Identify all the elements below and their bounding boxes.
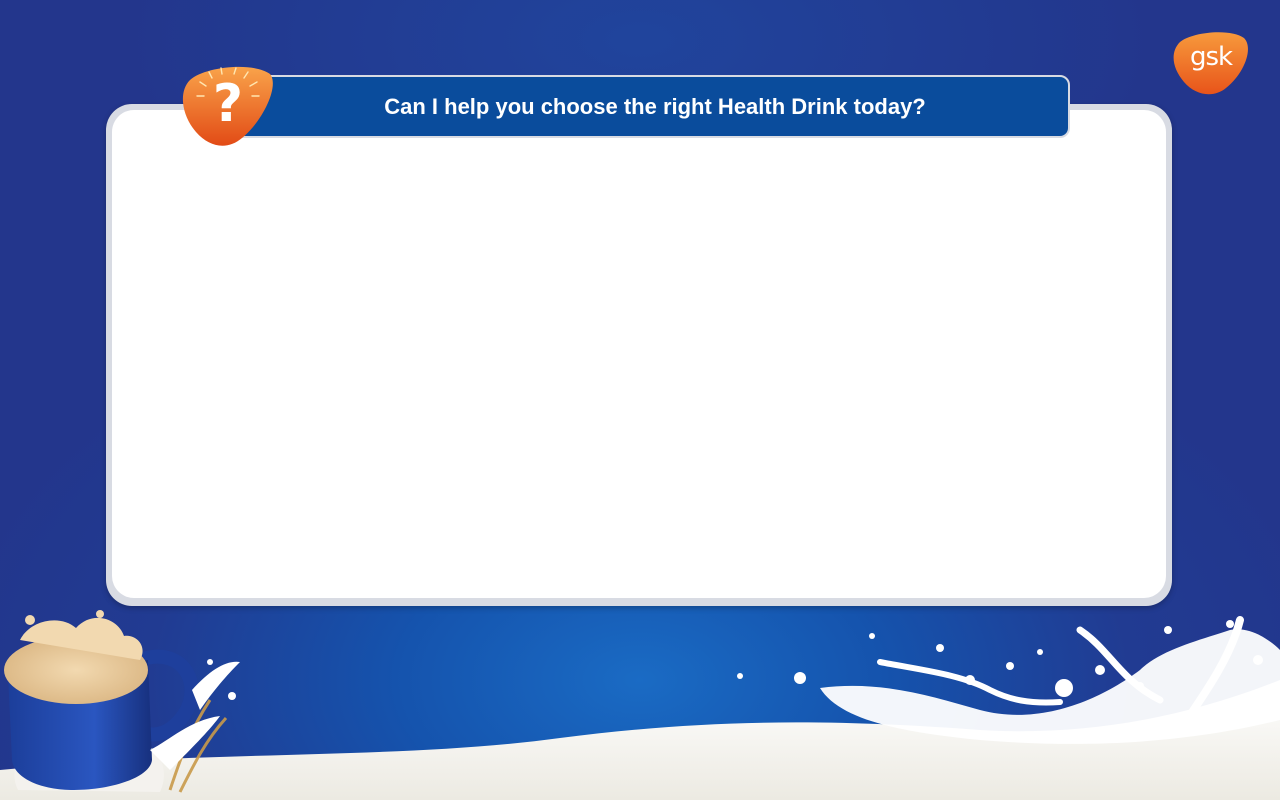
header-bar: Can I help you choose the right Health D…: [240, 75, 1070, 138]
logo-text: gsk: [1189, 42, 1233, 72]
question-mark-glyph: ?: [212, 74, 244, 134]
gsk-logo: gsk: [1172, 30, 1250, 96]
page-title: Can I help you choose the right Health D…: [384, 94, 926, 119]
content-area: [112, 110, 1166, 598]
content-panel: [106, 104, 1172, 606]
question-mark-icon: ?: [180, 64, 276, 148]
health-drink-cup-image: [4, 610, 240, 793]
